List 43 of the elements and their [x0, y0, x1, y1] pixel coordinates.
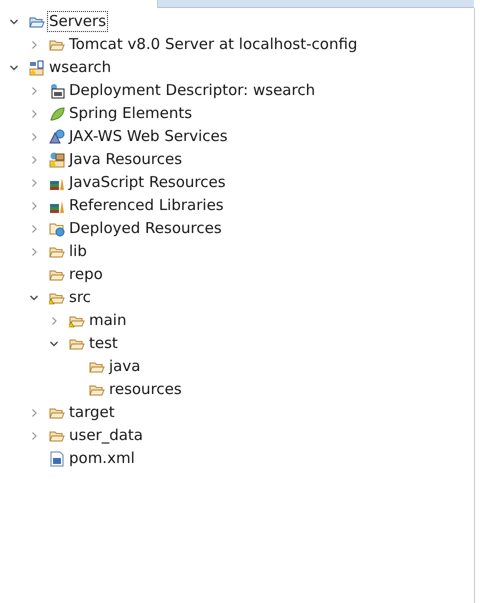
tree-item[interactable]: lib	[67, 241, 89, 262]
globe-icon	[49, 128, 65, 144]
deployed-folder-icon	[49, 220, 65, 236]
leaf-icon	[49, 106, 65, 122]
tree-item[interactable]: Deployed Resources	[67, 218, 224, 239]
collapse-chevron-icon[interactable]	[29, 292, 39, 302]
tree-item[interactable]: Servers	[47, 11, 108, 32]
expand-chevron-icon[interactable]	[29, 108, 39, 118]
expand-chevron-icon[interactable]	[29, 224, 39, 234]
tree-item[interactable]: java	[107, 356, 142, 377]
expand-chevron-icon[interactable]	[29, 430, 39, 440]
tree-item[interactable]: resources	[107, 379, 184, 400]
tree-item[interactable]: Spring Elements	[67, 103, 194, 124]
tree-item[interactable]: user_data	[67, 425, 146, 446]
tree-item[interactable]: repo	[67, 264, 105, 285]
tree-item[interactable]: main	[87, 310, 128, 331]
tree-item[interactable]: Tomcat v8.0 Server at localhost-config	[67, 34, 360, 55]
collapse-chevron-icon[interactable]	[49, 338, 59, 348]
expand-chevron-icon[interactable]	[29, 178, 39, 188]
expand-chevron-icon[interactable]	[49, 316, 59, 326]
tree-item[interactable]: test	[87, 333, 120, 354]
tree-item[interactable]: target	[67, 402, 117, 423]
tree-item[interactable]: Referenced Libraries	[67, 195, 226, 216]
expand-chevron-icon[interactable]	[29, 40, 39, 50]
descriptor-icon	[49, 82, 65, 98]
tree-item[interactable]: pom.xml	[67, 448, 137, 469]
expand-chevron-icon[interactable]	[29, 154, 39, 164]
tree-item[interactable]: Java Resources	[67, 149, 184, 170]
tree-item[interactable]: Deployment Descriptor: wsearch	[67, 80, 318, 101]
java-resources-icon	[49, 152, 65, 168]
expand-chevron-icon[interactable]	[29, 200, 39, 210]
expand-chevron-icon[interactable]	[29, 408, 39, 418]
tree-item[interactable]: JavaScript Resources	[67, 172, 228, 193]
project-icon	[29, 60, 45, 76]
tree-item[interactable]: src	[67, 287, 93, 308]
collapse-chevron-icon[interactable]	[9, 62, 19, 72]
tree-item[interactable]: JAX-WS Web Services	[67, 126, 230, 147]
expand-chevron-icon[interactable]	[29, 246, 39, 256]
expand-chevron-icon[interactable]	[29, 86, 39, 96]
tree-item[interactable]: wsearch	[47, 57, 114, 78]
collapse-chevron-icon[interactable]	[9, 16, 19, 26]
maven-file-icon	[49, 450, 65, 466]
expand-chevron-icon[interactable]	[29, 132, 39, 142]
